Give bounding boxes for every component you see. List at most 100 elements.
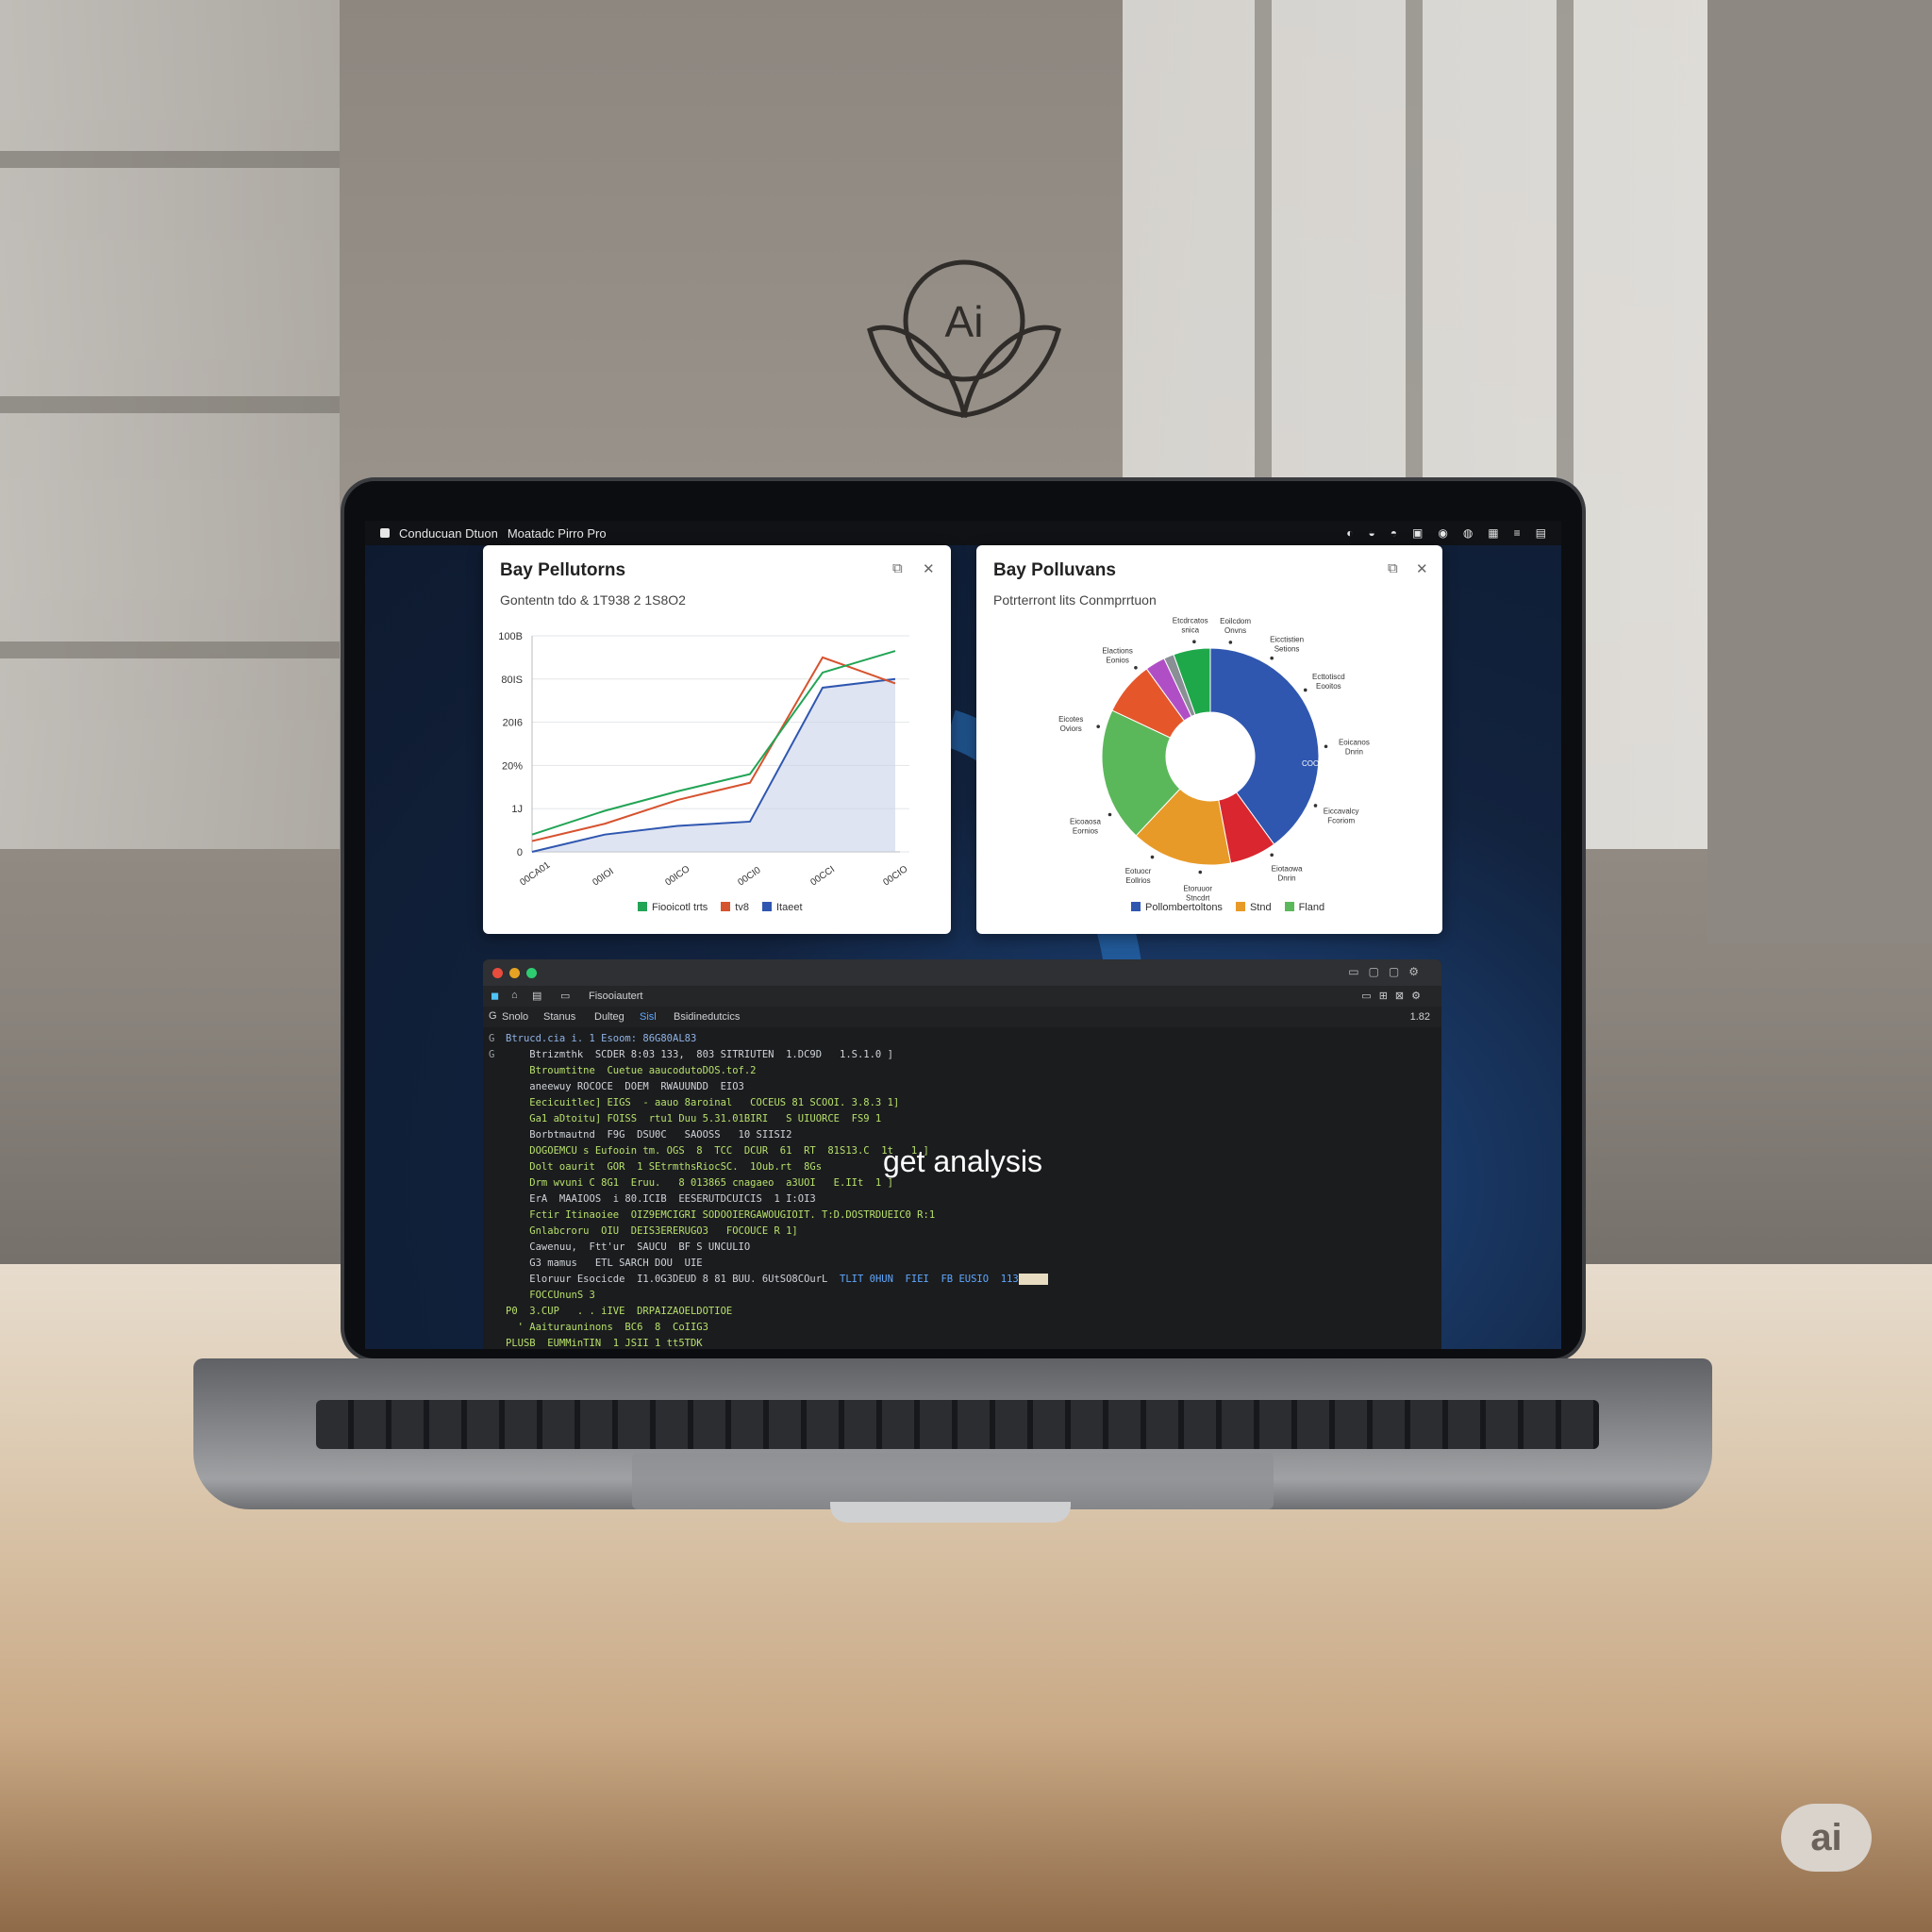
pie-slice-label: Etoruuor Stncdrt bbox=[1183, 884, 1212, 902]
terminal-line: Ga1 aDtoitu] FOISS rtu1 Duu 5.31.01BIRI … bbox=[483, 1111, 1441, 1127]
line-chart-plot: 100B 80IS 20I6 20% 1J 000CA01 00IOI 00ICO 00CI0 0… bbox=[498, 631, 909, 889]
x-tick-label: 00CIO bbox=[881, 864, 909, 889]
pie-slice-label: Eiccavalcy Fcoriom bbox=[1324, 807, 1359, 824]
pie-slice-label: Eiotaowa Dnrin bbox=[1272, 864, 1303, 882]
x-tick-label: 00ICO bbox=[663, 864, 691, 889]
wall-logo-text: Ai bbox=[945, 297, 984, 346]
toolbar-right-icons[interactable]: ▭⊞⊠⚙ bbox=[1361, 990, 1428, 1002]
y-tick-label: 100B bbox=[498, 631, 523, 642]
legend-item: Pollombertoltons bbox=[1131, 902, 1223, 913]
line-text: G3 mamus ETL SARCH DOU UIE bbox=[506, 1257, 703, 1269]
pie-chart-legend: Pollombertoltons Stnd Fland bbox=[1131, 902, 1324, 913]
status-icon-4[interactable]: ▣ bbox=[1412, 526, 1423, 540]
line-text: Ga1 aDtoitu] FOISS rtu1 Duu 5.31.01BIRI … bbox=[506, 1113, 882, 1124]
line-text: Eecicuitlec] EIGS - aauo 8aroinal COCEUS… bbox=[506, 1097, 900, 1108]
line-text: Fctir Itinaoiee OIZ9EMCIGRI SODOOIERGAWO… bbox=[506, 1209, 936, 1221]
pie-slice-label: Eoicanos Dnrin bbox=[1339, 739, 1370, 757]
line-chart-window: Bay Pellutorns Gontentn tdo & 1T938 2 1S… bbox=[483, 545, 951, 934]
label-dot bbox=[1270, 853, 1274, 858]
y-tick-label: 80IS bbox=[501, 675, 523, 686]
terminal-line: ' Aaiturauninons BC6 8 CoIIG3 bbox=[483, 1320, 1441, 1336]
tab-dulteg[interactable]: Dulteg bbox=[594, 1011, 625, 1023]
terminal-titlebar: ▭▢▢⚙ bbox=[483, 959, 1441, 986]
file-icon[interactable]: ▤ bbox=[532, 990, 541, 1002]
wifi-icon[interactable]: ▦ bbox=[1488, 526, 1498, 540]
line-text: Btrizmthk SCDER 8:03 133, 803 SITRIUTEN … bbox=[506, 1049, 893, 1060]
tab-icon[interactable]: ▭ bbox=[560, 990, 570, 1002]
x-tick-label: 00CCI bbox=[808, 864, 837, 888]
laptop-opening-notch bbox=[830, 1502, 1071, 1523]
maximize-button[interactable] bbox=[526, 968, 537, 978]
laptop-keyboard bbox=[316, 1400, 1599, 1449]
tab-sisl[interactable]: Sisl bbox=[640, 1011, 657, 1023]
tab-stanus[interactable]: Stanus bbox=[543, 1011, 575, 1023]
status-icon-6[interactable]: ◍ bbox=[1463, 526, 1473, 540]
terminal-line: Borbtmautnd F9G DSU0C SAOOSS 10 SIISI2 bbox=[483, 1127, 1441, 1143]
close-button[interactable] bbox=[492, 968, 503, 978]
tab-right-value: 1.82 bbox=[1409, 1011, 1430, 1023]
corner-ai-logo: ai bbox=[1781, 1804, 1872, 1872]
wall-ai-logo: Ai bbox=[867, 259, 1061, 418]
line-text: Borbtmautnd F9G DSU0C SAOOSS 10 SIISI2 bbox=[506, 1129, 792, 1141]
legend-item: tv8 bbox=[721, 902, 749, 913]
line-gutter: G bbox=[489, 1049, 495, 1060]
terminal-line: aneewuy ROCOCE DOEM RWAUUNDD EIO3 bbox=[483, 1079, 1441, 1095]
status-icon-3[interactable]: ◓ bbox=[1391, 526, 1397, 540]
terminal-tabs: G Snolo Stanus Dulteg Sisl Bsidinedutcic… bbox=[483, 1007, 1441, 1027]
terminal-line: P0 3.CUP . . iIVE DRPAIZAOELDOTIOE bbox=[483, 1304, 1441, 1320]
terminal-output[interactable]: G Btrucd.cia i. 1 Esoom: 86G80AL83 G Btriz… bbox=[483, 1031, 1441, 1349]
toolbar-icon[interactable]: ◼ bbox=[491, 990, 499, 1002]
line-text: Cawenuu, Ftt'ur SAUCU BF S UNCULIO bbox=[506, 1241, 751, 1253]
apple-logo-icon[interactable] bbox=[378, 526, 391, 540]
y-tick-label: 20I6 bbox=[503, 718, 523, 729]
terminal-line: Cawenuu, Ftt'ur SAUCU BF S UNCULIO bbox=[483, 1240, 1441, 1256]
tab-bsidinedutcics[interactable]: Bsidinedutcics bbox=[674, 1011, 740, 1023]
label-dot bbox=[1096, 724, 1100, 728]
terminal-line: Eecicuitlec] EIGS - aauo 8aroinal COCEUS… bbox=[483, 1095, 1441, 1111]
cursor-block: ▮ ▮ bbox=[1018, 1274, 1049, 1285]
terminal-line: FOCCUnunS 3 bbox=[483, 1288, 1441, 1304]
titlebar-icons[interactable]: ▭▢▢⚙ bbox=[1348, 965, 1428, 978]
pie-slice-label: Elactions Eonios bbox=[1102, 646, 1132, 664]
terminal-line: Fctir Itinaoiee OIZ9EMCIGRI SODOOIERGAWO… bbox=[483, 1208, 1441, 1224]
label-dot bbox=[1228, 641, 1233, 644]
line-text: aneewuy ROCOCE DOEM RWAUUNDD EIO3 bbox=[506, 1081, 744, 1092]
menu-bar: Conducuan Dtuon Moatadc Pirro Pro ◐ ◒ ◓ … bbox=[365, 521, 1561, 545]
pie-slice-label: Eicoaosa Eornios bbox=[1070, 818, 1101, 836]
tab-snolo[interactable]: Snolo bbox=[502, 1011, 528, 1023]
laptop-trackpad bbox=[632, 1453, 1274, 1509]
menu-status-icons: ◐ ◒ ◓ ▣ ◉ ◍ ▦ ≡ ▤ bbox=[1346, 526, 1546, 540]
menu-icon[interactable]: ≡ bbox=[1514, 526, 1521, 540]
line-text: Gnlabcroru OIU DEIS3ERERUGO3 FOCOUCE R 1… bbox=[506, 1225, 798, 1237]
menu-app-subtitle[interactable]: Moatadc Pirro Pro bbox=[508, 526, 607, 541]
terminal-line: ErA MAAIOOS i 80.ICIB EESERUTDCUICIS 1 I… bbox=[483, 1191, 1441, 1208]
terminal-line: Eloruur Esocicde I1.0G3DEUD 8 81 BUU. 6U… bbox=[483, 1272, 1441, 1288]
folder-icon[interactable]: ⌂ bbox=[511, 990, 518, 1001]
terminal-line: G Btrucd.cia i. 1 Esoom: 86G80AL83 bbox=[483, 1031, 1441, 1047]
label-dot bbox=[1150, 855, 1155, 859]
status-icon-2[interactable]: ◒ bbox=[1368, 526, 1374, 540]
label-dot bbox=[1303, 688, 1307, 692]
legend-item: Itaeet bbox=[761, 902, 803, 913]
background-pillar bbox=[1707, 0, 1932, 943]
legend-item: Stnd bbox=[1235, 902, 1272, 913]
tab-icon-g[interactable]: G bbox=[489, 1010, 497, 1022]
y-tick-label: 0 bbox=[517, 847, 523, 858]
pie-slice-label: Eicctistien Setions bbox=[1270, 636, 1304, 654]
control-center-icon[interactable]: ▤ bbox=[1536, 526, 1546, 540]
line-text: FOCCUnunS 3 bbox=[506, 1290, 595, 1301]
status-icon-1[interactable]: ◐ bbox=[1346, 526, 1353, 540]
line-text: ' Aaiturauninons BC6 8 CoIIG3 bbox=[506, 1322, 708, 1333]
x-tick-label: 00IOI bbox=[591, 866, 615, 888]
pie-slice-label: Eicotes Oviors bbox=[1058, 715, 1083, 733]
pie-slice-label: Eotuocr Eollrios bbox=[1125, 867, 1152, 885]
minimize-button[interactable] bbox=[509, 968, 520, 978]
pie-inner-label: COORIT bbox=[1302, 759, 1331, 768]
terminal-toolbar: ◼ ⌂ ▤ ▭ Fisooiautert ▭⊞⊠⚙ bbox=[483, 986, 1441, 1007]
pie-chart-window: Bay Polluvans Potrterront lits Conmprrtu… bbox=[976, 545, 1442, 934]
terminal-line: Gnlabcroru OIU DEIS3ERERUGO3 FOCOUCE R 1… bbox=[483, 1224, 1441, 1240]
terminal-line: G Btrizmthk SCDER 8:03 133, 803 SITRIUTE… bbox=[483, 1047, 1441, 1063]
pie-slice-label: Eoilcdom Onvns bbox=[1220, 617, 1251, 635]
menu-app-title[interactable]: Conducuan Dtuon bbox=[399, 526, 498, 541]
status-icon-5[interactable]: ◉ bbox=[1438, 526, 1447, 540]
